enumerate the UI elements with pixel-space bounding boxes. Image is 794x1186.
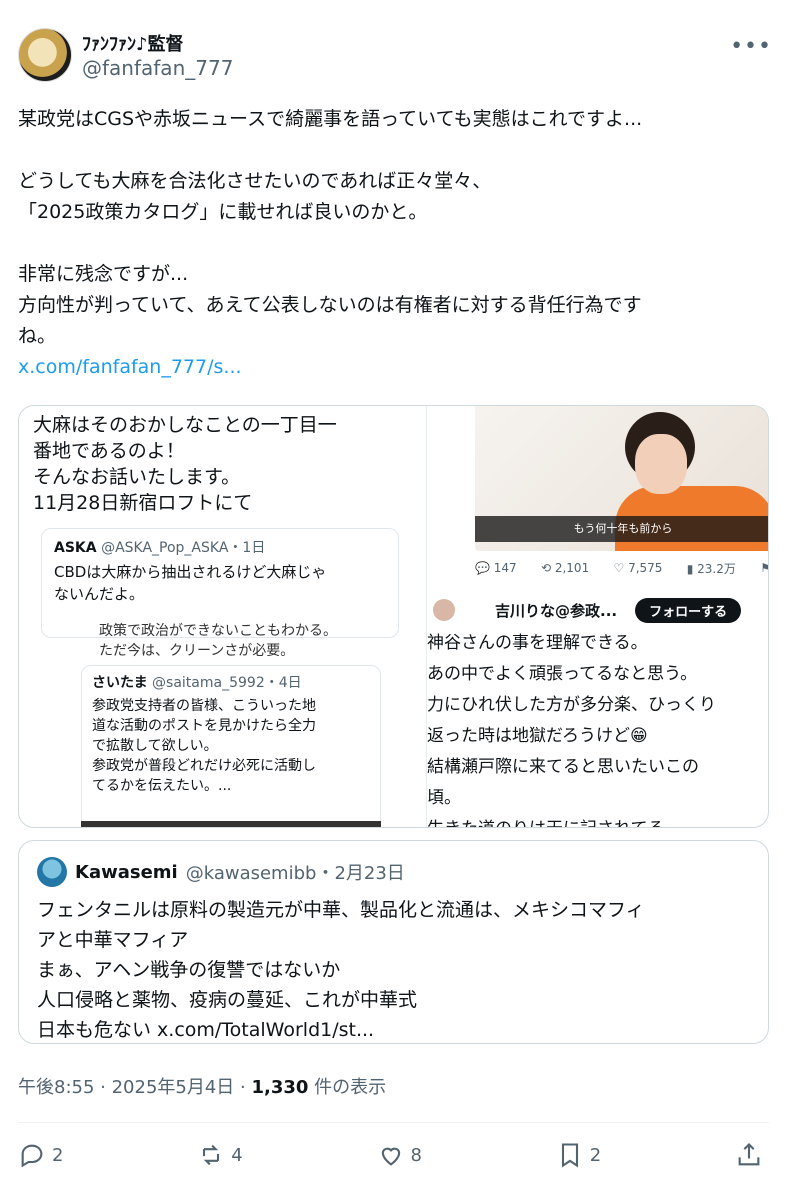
video-thumbnail[interactable]: もう何十年も前から [475, 406, 768, 551]
more-options-icon[interactable]: ••• [730, 34, 772, 59]
author-name[interactable]: ﾌｧﾝﾌｧﾝ♪監督 [82, 30, 184, 56]
view-count: ▮ 23.2万 [686, 561, 736, 576]
screenshot-right: もう何十年も前から 💬 147 ⟲ 2,101 ♡ 7,575 ▮ 23.2万 … [426, 406, 768, 827]
video-caption: もう何十年も前から [475, 516, 768, 542]
reply-count: 💬 147 [475, 561, 517, 575]
bookmark-button[interactable]: 2 [556, 1141, 601, 1169]
screenshot-left-top: 大麻はそのおかしなことの一丁目一 番地であるのよ！ そんなお話いたします。 11… [19, 406, 426, 638]
like-button[interactable]: 8 [377, 1141, 422, 1169]
screenshot-left-bottom: 政策で政治ができないこともわかる。 ただ今は、クリーンさが必要。 さいたま @s… [19, 621, 426, 827]
image-strip [81, 821, 381, 827]
quoted-tweet[interactable]: Kawasemi @kawasemibb・2月23日 フェンタニルは原料の製造元… [18, 840, 769, 1044]
quoted-header: Kawasemi @kawasemibb・2月23日 [37, 857, 750, 887]
bookmark-icon [561, 1143, 578, 1168]
stat: 7,575 [628, 561, 663, 575]
repost-count: 4 [231, 1144, 243, 1166]
quoted-card-head: ASKA @ASKA_Pop_ASKA・1日 [54, 537, 386, 557]
tweet-line: 非常に残念ですが... [18, 263, 189, 285]
tweet-link[interactable]: x.com/fanfafan_777/s... [18, 352, 778, 383]
quoted-card-saitama: さいたま @saitama_5992・4日 参政党支持者の皆様、こういった地 道… [81, 665, 381, 827]
repost-count: ⟲ 2,101 [540, 561, 590, 575]
reply-button[interactable]: 2 [18, 1141, 63, 1169]
like-count: ♡ 7,575 [613, 561, 663, 575]
views-suffix: 件の表示 [308, 1077, 387, 1098]
tweet-line: どうしても大麻を合法化させたいのであれば正々堂々、 [18, 170, 492, 192]
author-handle[interactable]: @fanfafan_777 [82, 56, 233, 80]
video-person-face [635, 434, 687, 494]
tweet-line: 方向性が判っていて、あえて公表しないのは有権者に対する背任行為です [18, 294, 642, 316]
media-collage[interactable]: 大麻はそのおかしなことの一丁目一 番地であるのよ！ そんなお話いたします。 11… [18, 405, 769, 828]
quoted-text: 参政党支持者の皆様、こういった地 道な活動のポストを見かけたら全力 で拡散して欲… [92, 698, 316, 794]
quoted-avatar [37, 857, 67, 887]
action-bar: 2 4 8 2 [18, 1138, 769, 1172]
tweet-line: 「2025政策カタログ」に載せれば良いのかと。 [18, 201, 428, 223]
repost-icon [203, 1144, 220, 1166]
like-count: 8 [410, 1144, 422, 1166]
tweet-body: 某政党はCGSや赤坂ニュースで綺麗事を語っていても実態はこれですよ... どうし… [18, 104, 778, 383]
heart-icon [381, 1147, 400, 1166]
stat: 147 [493, 561, 517, 575]
quoted-meta: @saitama_5992・4日 [152, 675, 302, 691]
timestamp[interactable]: 午後8:55 · 2025年5月4日 · [18, 1077, 251, 1098]
stat: 23.2万 [697, 561, 736, 576]
quoted-author: ASKA [54, 540, 97, 556]
quoted-name: Kawasemi [75, 861, 178, 883]
quoted-meta: @kawasemibb・2月23日 [185, 863, 405, 884]
bookmark-count: 2 [589, 1144, 602, 1166]
view-count: 1,330 [251, 1077, 309, 1098]
stat: 2,101 [554, 561, 590, 575]
user-name: 吉川りな@参政... [495, 601, 618, 620]
user-avatar [433, 599, 455, 621]
follow-button: フォローする [635, 597, 742, 623]
screenshot-text: 大麻はそのおかしなことの一丁目一 番地であるのよ！ そんなお話いたします。 11… [33, 414, 337, 514]
embedded-stats: 💬 147 ⟲ 2,101 ♡ 7,575 ▮ 23.2万 ⚑ [475, 558, 768, 578]
repost-button[interactable]: 4 [197, 1141, 243, 1169]
divider [18, 1122, 769, 1123]
share-button[interactable] [735, 1141, 769, 1169]
quoted-author: さいたま [92, 675, 148, 691]
tweet-line: 某政党はCGSや赤坂ニュースで綺麗事を語っていても実態はこれですよ... [18, 108, 643, 130]
share-icon [738, 1143, 760, 1166]
quoted-card-head: さいたま @saitama_5992・4日 [92, 672, 370, 692]
tweet-header: ﾌｧﾝﾌｧﾝ♪監督 @fanfafan_777 ••• [18, 28, 778, 84]
quoted-text: CBDは大麻から抽出されるけど大麻じゃ ないんだよ。 [54, 563, 327, 603]
tweet-line: ね。 [18, 325, 57, 347]
quoted-meta: @ASKA_Pop_ASKA・1日 [101, 540, 266, 556]
author-avatar[interactable] [18, 28, 72, 82]
bookmark-icon: ⚑ [760, 561, 768, 575]
reply-count: 2 [52, 1144, 64, 1166]
quoted-text: フェンタニルは原料の製造元が中華、製品化と流通は、メキシコマフィ アと中華マフィ… [37, 899, 645, 1041]
tweet-meta: 午後8:55 · 2025年5月4日 · 1,330 件の表示 [18, 1073, 386, 1099]
embedded-text: 神谷さんの事を理解できる。 あの中でよく頑張ってるなと思う。 力にひれ伏した方が… [427, 633, 716, 827]
embedded-user-row: 吉川りな@参政... フォローする [427, 596, 768, 624]
screenshot-text: 政策で政治ができないこともわかる。 ただ今は、クリーンさが必要。 [99, 623, 337, 659]
reply-icon [21, 1144, 43, 1168]
